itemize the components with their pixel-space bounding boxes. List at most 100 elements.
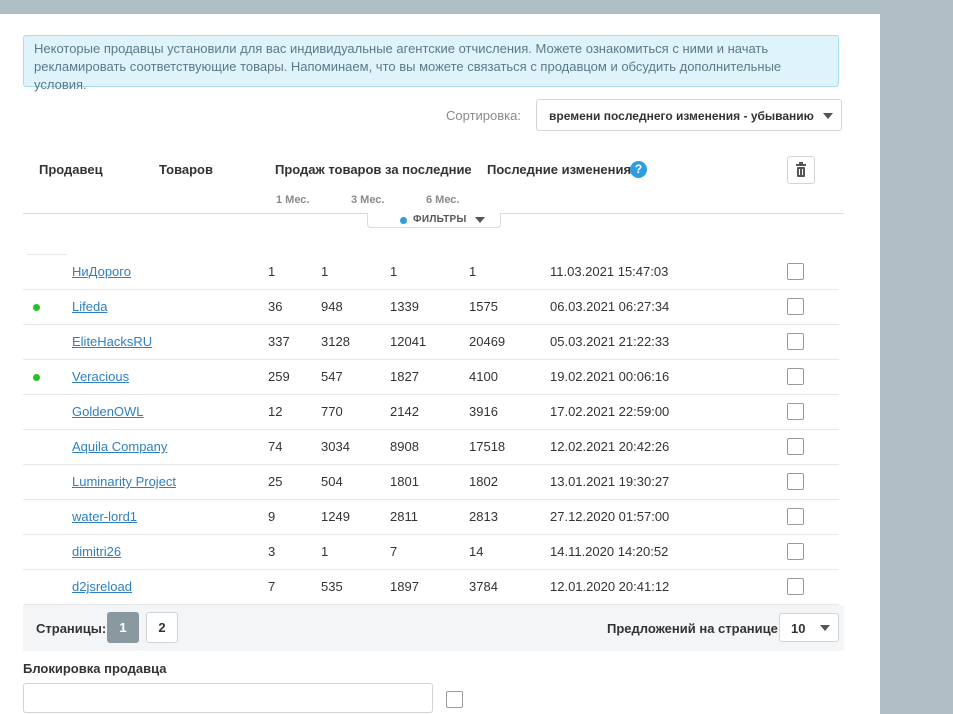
table-row: dimitri26 3 1 7 14 14.11.2020 14:20:52 <box>23 535 839 570</box>
last-changed: 06.03.2021 06:27:34 <box>550 299 670 314</box>
column-header-1-month[interactable]: 1 Мес. <box>276 194 309 206</box>
sales-1-month: 948 <box>321 299 343 314</box>
sales-6-months: 14 <box>469 544 484 559</box>
row-checkbox[interactable] <box>787 438 804 455</box>
sales-3-months: 2811 <box>390 509 418 524</box>
sales-1-month: 1 <box>321 544 329 559</box>
goods-count: 1 <box>268 264 276 279</box>
column-header-6-months[interactable]: 6 Мес. <box>426 194 459 206</box>
online-dot-icon <box>33 374 40 381</box>
per-page-label: Предложений на странице: <box>607 621 783 636</box>
seller-link[interactable]: GoldenOWL <box>72 404 144 419</box>
row-checkbox[interactable] <box>787 298 804 315</box>
pagination-bar: Страницы: 1 2 Предложений на странице: 1… <box>23 605 844 651</box>
filter-active-dot-icon <box>400 217 407 224</box>
goods-count: 9 <box>268 509 276 524</box>
sort-selected-value: времени последнего изменения - убыванию <box>549 109 814 123</box>
column-header-3-months[interactable]: 3 Мес. <box>351 194 384 206</box>
sales-3-months: 1339 <box>390 299 419 314</box>
caret-down-icon <box>475 217 485 223</box>
seller-link[interactable]: dimitri26 <box>72 544 121 559</box>
seller-link[interactable]: Luminarity Project <box>72 474 176 489</box>
seller-link[interactable]: EliteHacksRU <box>72 334 152 349</box>
sales-3-months: 7 <box>390 544 398 559</box>
page-button-1[interactable]: 1 <box>107 612 139 643</box>
per-page-select[interactable]: 10 <box>779 613 839 642</box>
seller-link[interactable]: water-lord1 <box>72 509 137 524</box>
sort-select[interactable]: времени последнего изменения - убыванию <box>536 99 842 131</box>
goods-count: 12 <box>268 404 283 419</box>
pages-label: Страницы: <box>36 621 107 636</box>
row-checkbox[interactable] <box>787 473 804 490</box>
sales-3-months: 1897 <box>390 579 419 594</box>
last-changed: 12.02.2021 20:42:26 <box>550 439 670 454</box>
goods-count: 25 <box>268 474 283 489</box>
block-seller-label: Блокировка продавца <box>23 661 167 676</box>
column-header-seller[interactable]: Продавец <box>39 162 103 177</box>
sales-3-months: 1 <box>390 264 398 279</box>
sellers-table-body: НиДорого 1 1 1 1 11.03.2021 15:47:03 Lifeda 36 9… <box>23 255 839 605</box>
sales-6-months: 3784 <box>469 579 498 594</box>
online-dot-icon <box>33 304 40 311</box>
table-row: EliteHacksRU 337 3128 12041 20469 05.03.2021 … <box>23 325 839 360</box>
page-button-2[interactable]: 2 <box>146 612 178 643</box>
sales-6-months: 17518 <box>469 439 506 454</box>
row-checkbox[interactable] <box>787 368 804 385</box>
table-row: Veracious 259 547 1827 4100 19.02.2021 00:06:… <box>23 360 839 395</box>
delete-selected-button[interactable] <box>787 156 815 184</box>
table-row: GoldenOWL 12 770 2142 3916 17.02.2021 22:59:0… <box>23 395 839 430</box>
seller-link[interactable]: Lifeda <box>72 299 107 314</box>
notice-line-1: Некоторые продавцы установили для вас ин… <box>34 41 769 56</box>
table-row: Aquila Company 74 3034 8908 17518 12.02.2021 … <box>23 430 839 465</box>
chevron-down-icon <box>820 625 830 631</box>
last-changed: 11.03.2021 15:47:03 <box>550 264 669 279</box>
last-changed: 05.03.2021 21:22:33 <box>550 334 670 349</box>
sales-6-months: 1 <box>469 264 477 279</box>
sales-6-months: 1802 <box>469 474 498 489</box>
last-changed: 17.02.2021 22:59:00 <box>550 404 670 419</box>
sales-6-months: 20469 <box>469 334 506 349</box>
row-checkbox[interactable] <box>787 543 804 560</box>
goods-count: 337 <box>268 334 290 349</box>
table-row: water-lord1 9 1249 2811 2813 27.12.2020 01:57… <box>23 500 839 535</box>
notice-line-2: рекламировать соответствующие товары. На… <box>34 59 782 92</box>
agent-fee-notice: Некоторые продавцы установили для вас ин… <box>23 35 839 92</box>
column-header-goods[interactable]: Товаров <box>159 162 213 177</box>
goods-count: 3 <box>268 544 276 559</box>
seller-link[interactable]: НиДорого <box>72 264 131 279</box>
goods-count: 7 <box>268 579 276 594</box>
seller-link[interactable]: d2jsreload <box>72 579 132 594</box>
sales-1-month: 3034 <box>321 439 350 454</box>
sales-1-month: 535 <box>321 579 343 594</box>
row-checkbox[interactable] <box>787 578 804 595</box>
sort-label: Сортировка: <box>446 108 521 123</box>
filters-label: ФИЛЬТРЫ <box>413 214 467 225</box>
table-row: НиДорого 1 1 1 1 11.03.2021 15:47:03 <box>23 255 839 290</box>
block-seller-input[interactable] <box>23 683 433 713</box>
row-checkbox[interactable] <box>787 403 804 420</box>
filters-toggle[interactable]: ФИЛЬТРЫ <box>367 213 501 228</box>
table-row: Luminarity Project 25 504 1801 1802 13.01.202… <box>23 465 839 500</box>
per-page-value: 10 <box>791 621 806 636</box>
column-header-sales: Продаж товаров за последние <box>275 162 472 177</box>
sales-3-months: 12041 <box>390 334 427 349</box>
sales-3-months: 1801 <box>390 474 419 489</box>
sales-6-months: 2813 <box>469 509 498 524</box>
seller-link[interactable]: Veracious <box>72 369 129 384</box>
trash-icon <box>796 162 806 177</box>
last-changed: 27.12.2020 01:57:00 <box>550 509 670 524</box>
chevron-down-icon <box>823 113 833 119</box>
seller-link[interactable]: Aquila Company <box>72 439 167 454</box>
sellers-panel: Некоторые продавцы установили для вас ин… <box>0 14 880 714</box>
goods-count: 36 <box>268 299 283 314</box>
row-checkbox[interactable] <box>787 263 804 280</box>
sales-1-month: 547 <box>321 369 343 384</box>
sales-1-month: 1249 <box>321 509 350 524</box>
sales-1-month: 1 <box>321 264 329 279</box>
question-circle-icon[interactable]: ? <box>630 161 647 178</box>
sales-6-months: 4100 <box>469 369 498 384</box>
column-header-changes[interactable]: Последние изменения <box>487 162 631 177</box>
last-changed: 14.11.2020 14:20:52 <box>550 544 669 559</box>
row-checkbox[interactable] <box>787 333 804 350</box>
row-checkbox[interactable] <box>787 508 804 525</box>
